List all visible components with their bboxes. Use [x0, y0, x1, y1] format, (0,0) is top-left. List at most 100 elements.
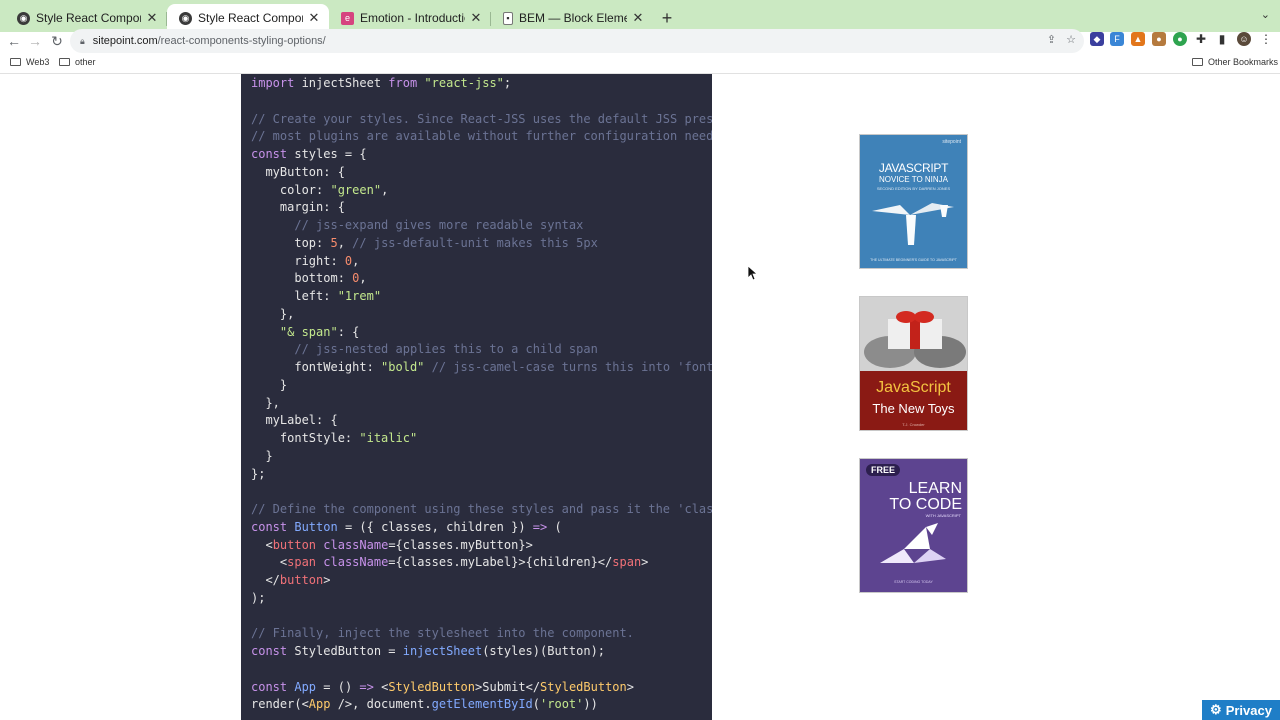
- code-line: render(<App />, document.getElementById(…: [251, 697, 598, 712]
- book-title: JAVASCRIPT: [878, 161, 949, 175]
- bookmark-label: other: [75, 57, 96, 67]
- bookmark-label: Web3: [26, 57, 50, 67]
- side-panel-icon[interactable]: ▮: [1215, 32, 1229, 46]
- code-block: import injectSheet from "react-jss"; // C…: [241, 74, 712, 720]
- code-line: top: 5, // jss-default-unit makes this 5…: [251, 235, 598, 250]
- new-tab-button[interactable]: +: [655, 4, 679, 32]
- origami-icon: [872, 203, 954, 245]
- tab-title: Style React Components: 7 Wa: [36, 11, 141, 25]
- book-title: LEARN TO CODE: [889, 480, 962, 513]
- lock-icon: 🔒︎: [80, 35, 85, 46]
- book-subtitle: WITH JAVASCRIPT: [925, 513, 961, 518]
- extension-icon[interactable]: F: [1110, 32, 1124, 46]
- code-line: fontStyle: "italic": [251, 431, 418, 445]
- code-line: left: "1rem": [251, 289, 382, 303]
- bookmarks-bar: Web3 other Other Bookmarks: [0, 54, 1280, 72]
- code-line: <button className={classes.myButton}>: [251, 537, 533, 552]
- code-line: }: [251, 377, 288, 392]
- origami-dragon-icon: [880, 523, 946, 563]
- address-bar[interactable]: 🔒︎ sitepoint.com/react-components-stylin…: [70, 29, 1084, 53]
- code-line: // Finally, inject the stylesheet into t…: [251, 626, 634, 641]
- book-javascript-the-new-toys[interactable]: JavaScript The New Toys T.J. Crowder: [859, 296, 968, 431]
- tab-emotion[interactable]: e Emotion - Introduction ✕: [329, 4, 491, 32]
- code-line: margin: {: [251, 200, 345, 215]
- code-line: myButton: {: [251, 164, 345, 179]
- sitepoint-icon: ◉: [179, 11, 192, 25]
- gear-icon: ⚙: [1210, 702, 1222, 717]
- extension-icon[interactable]: ●: [1173, 32, 1187, 46]
- book-learn-to-code[interactable]: FREE LEARN TO CODE WITH JAVASCRIPT START…: [859, 458, 968, 593]
- book-subtitle: The New Toys: [872, 401, 955, 416]
- sitepoint-icon: ◉: [17, 11, 30, 25]
- free-badge: FREE: [866, 464, 901, 476]
- code-line: // jss-nested applies this to a child sp…: [294, 342, 598, 357]
- tab-title: Emotion - Introduction: [360, 11, 465, 25]
- toolbar: ← → ↻ 🔒︎ sitepoint.com/react-components-…: [0, 29, 1280, 53]
- code-line: myLabel: {: [251, 413, 338, 428]
- code-line: // jss-expand gives more readable syntax: [294, 218, 584, 232]
- book-title: JavaScript: [876, 379, 951, 396]
- code-line: </button>: [251, 573, 331, 587]
- book-edition: SECOND EDITION BY DARREN JONES: [876, 186, 951, 191]
- folder-icon: [1192, 58, 1203, 66]
- code-line: <span className={classes.myLabel}>{child…: [251, 555, 649, 570]
- metamask-icon[interactable]: ▲: [1131, 32, 1145, 46]
- code-line: "& span": {: [279, 324, 360, 339]
- code-line: const styles = {: [251, 147, 367, 161]
- other-bookmarks[interactable]: Other Bookmarks: [1192, 57, 1278, 67]
- star-icon[interactable]: ☆: [1066, 33, 1076, 46]
- code-line: right: 0,: [251, 253, 360, 268]
- close-icon[interactable]: ✕: [631, 10, 645, 26]
- book-author: T.J. Crowder: [902, 422, 925, 427]
- back-arrow-icon[interactable]: ←: [6, 33, 22, 49]
- emotion-icon: e: [341, 11, 354, 25]
- code-line: bottom: 0,: [251, 271, 367, 286]
- extension-icon[interactable]: ●: [1152, 32, 1166, 46]
- code-line: },: [251, 306, 295, 321]
- bookmark-other[interactable]: other: [59, 57, 96, 67]
- code-line: };: [251, 466, 266, 481]
- url-path: /react-components-styling-options/: [157, 35, 326, 47]
- bookmark-label: Other Bookmarks: [1208, 57, 1279, 67]
- code-line: // most plugins are available without fu…: [251, 129, 712, 144]
- tab-style-react-1[interactable]: ◉ Style React Components: 7 Wa ✕: [5, 4, 167, 32]
- code-line: );: [251, 590, 266, 605]
- tab-style-react-2[interactable]: ◉ Style React Components: 7 Wa ✕: [167, 4, 329, 32]
- avatar[interactable]: ☺: [1237, 32, 1251, 46]
- book-footer: THE ULTIMATE BEGINNER'S GUIDE TO JAVASCR…: [870, 258, 957, 262]
- book-footer: START CODING TODAY: [894, 580, 933, 584]
- code-line: }: [251, 448, 273, 463]
- code-line: const App = () => <StyledButton>Submit</…: [251, 679, 634, 694]
- gift-image-icon: [860, 297, 967, 371]
- more-options-icon[interactable]: ⋮: [1259, 32, 1273, 46]
- chevron-down-icon[interactable]: ⌄: [1261, 8, 1270, 21]
- book-javascript-novice-to-ninja[interactable]: sitepoint JAVASCRIPT NOVICE TO NINJA SEC…: [859, 134, 968, 269]
- code-line: import injectSheet from "react-jss";: [251, 76, 512, 90]
- code-line: },: [251, 395, 280, 410]
- puzzle-icon[interactable]: ✚: [1194, 32, 1208, 46]
- close-icon[interactable]: ✕: [145, 10, 159, 26]
- code-line: const StyledButton = injectSheet(styles)…: [251, 644, 606, 658]
- bem-icon: ▪: [503, 11, 513, 25]
- bookmark-web3[interactable]: Web3: [10, 57, 49, 67]
- extension-icon[interactable]: ◆: [1090, 32, 1104, 46]
- privacy-button[interactable]: ⚙ Privacy: [1202, 700, 1280, 720]
- tab-strip: ◉ Style React Components: 7 Wa ✕ ◉ Style…: [0, 0, 1280, 32]
- reload-icon[interactable]: ↻: [49, 33, 65, 50]
- privacy-label: Privacy: [1225, 702, 1272, 718]
- code-line: color: "green",: [251, 182, 389, 197]
- tab-bem[interactable]: ▪ BEM — Block Element Modifier ✕: [491, 4, 653, 32]
- code-line: // Create your styles. Since React-JSS u…: [251, 111, 712, 126]
- close-icon[interactable]: ✕: [307, 10, 321, 26]
- code-line: fontWeight: "bold" // jss-camel-case tur…: [251, 360, 712, 374]
- code-line: const Button = ({ classes, children }) =…: [251, 519, 562, 534]
- tab-title: Style React Components: 7 Wa: [198, 11, 303, 25]
- book-subtitle: NOVICE TO NINJA: [878, 175, 949, 184]
- url-domain: sitepoint.com: [92, 35, 158, 47]
- forward-arrow-icon[interactable]: →: [27, 33, 43, 49]
- mouse-cursor-icon: [748, 266, 758, 281]
- tab-title: BEM — Block Element Modifier: [519, 11, 627, 25]
- share-icon[interactable]: ⇪: [1047, 33, 1056, 46]
- brand-label: sitepoint: [942, 139, 961, 145]
- close-icon[interactable]: ✕: [469, 10, 483, 26]
